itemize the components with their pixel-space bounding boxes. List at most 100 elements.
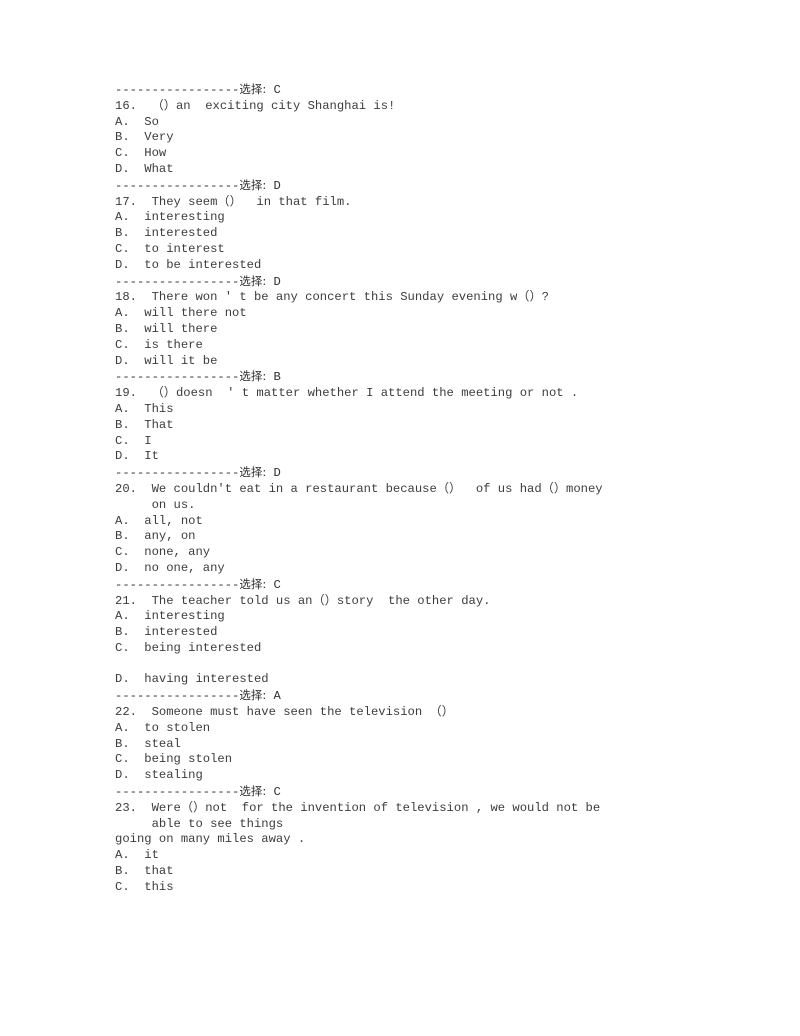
option-letter: D. (115, 353, 130, 368)
option-text: will there not (129, 306, 247, 321)
option-letter: C. (115, 879, 130, 894)
document-content: -----------------选择: C 16. （）an exciting … (115, 82, 715, 896)
option-letter: A. (115, 609, 130, 624)
question-text: The teacher told us an（）story the other … (136, 593, 491, 608)
question-number: 23. (115, 800, 137, 815)
option-text: How (129, 146, 167, 161)
answer-label: 选择: (239, 82, 267, 96)
separator-dashes: ----------------- (115, 83, 240, 97)
option-letter: D. (115, 257, 130, 272)
option-text: Very (129, 130, 174, 145)
answer-option: C. to interest (115, 242, 715, 258)
option-text: being stolen (129, 752, 233, 767)
option-text: It (129, 449, 159, 464)
answer-letter: A (266, 689, 281, 704)
option-text: no one, any (129, 560, 225, 575)
answer-option: D. will it be (115, 354, 715, 370)
question-text: （）doesn ' t matter whether I attend the … (136, 386, 579, 401)
answer-separator: -----------------选择: A (115, 688, 715, 705)
option-letter: C. (115, 146, 130, 161)
question-stem: 20. We couldn't eat in a restaurant beca… (115, 482, 715, 498)
answer-option: A. to stolen (115, 721, 715, 737)
question-number: 18. (115, 290, 137, 305)
option-text: That (129, 417, 174, 432)
option-text: to interest (129, 241, 225, 256)
option-text: interesting (129, 210, 225, 225)
option-letter: A. (115, 720, 130, 735)
question-text: We couldn't eat in a restaurant because（… (136, 481, 603, 496)
answer-separator: -----------------选择: D (115, 274, 715, 291)
option-letter: D. (115, 161, 130, 176)
answer-option: A. So (115, 115, 715, 131)
option-text: interesting (129, 609, 225, 624)
answer-letter: C (266, 83, 281, 97)
option-text: So (129, 114, 159, 129)
separator-dashes: ----------------- (115, 274, 240, 289)
option-text: This (129, 401, 174, 416)
answer-option: D. no one, any (115, 561, 715, 577)
option-letter: D. (115, 560, 130, 575)
question-text: Someone must have seen the television （） (136, 705, 454, 720)
answer-option: C. being interested (115, 641, 715, 657)
question-stem: 18. There won ' t be any concert this Su… (115, 290, 715, 306)
option-text: will there (129, 321, 218, 336)
separator-dashes: ----------------- (115, 466, 240, 481)
answer-option: C. this (115, 880, 715, 896)
question-text: There won ' t be any concert this Sunday… (136, 290, 549, 305)
option-letter: C. (115, 752, 130, 767)
answer-option: D. It (115, 449, 715, 465)
option-text: this (129, 879, 174, 894)
option-text: all, not (129, 513, 203, 528)
option-text: none, any (129, 545, 211, 560)
answer-option: B. will there (115, 322, 715, 338)
option-text: interested (129, 625, 218, 640)
option-letter: B. (115, 736, 130, 751)
option-letter: C. (115, 640, 130, 655)
option-text: I (129, 433, 152, 448)
option-text: that (129, 864, 174, 879)
option-letter: D. (115, 768, 130, 783)
option-letter: C. (115, 545, 130, 560)
answer-option: B. interested (115, 625, 715, 641)
answer-option: A. will there not (115, 306, 715, 322)
question-text: （）an exciting city Shanghai is! (136, 98, 396, 113)
option-text: any, on (129, 529, 196, 544)
option-text: interested (129, 226, 218, 241)
question-number: 17. (115, 194, 137, 209)
option-letter: C. (115, 433, 130, 448)
question-number: 22. (115, 705, 137, 720)
question-stem: 19. （）doesn ' t matter whether I attend … (115, 386, 715, 402)
option-text: being interested (129, 640, 262, 655)
answer-letter: D (266, 274, 281, 289)
option-letter: D. (115, 449, 130, 464)
answer-separator: -----------------选择: C (115, 577, 715, 594)
question-text-continued: on us. (115, 497, 196, 512)
option-letter: B. (115, 864, 130, 879)
option-letter: B. (115, 417, 130, 432)
answer-option: B. steal (115, 737, 715, 753)
option-letter: A. (115, 306, 130, 321)
answer-option: D. stealing (115, 768, 715, 784)
separator-dashes: ----------------- (115, 370, 240, 385)
option-letter: B. (115, 625, 130, 640)
answer-option: B. That (115, 418, 715, 434)
separator-dashes: ----------------- (115, 178, 240, 193)
option-letter: B. (115, 529, 130, 544)
answer-separator: -----------------选择: D (115, 178, 715, 195)
answer-letter: C (266, 785, 281, 800)
option-letter: C. (115, 241, 130, 256)
question-stem: 17. They seem（） in that film. (115, 195, 715, 211)
separator-dashes: ----------------- (115, 689, 240, 704)
separator-dashes: ----------------- (115, 785, 240, 800)
answer-label: 选择: (239, 576, 267, 591)
question-stem: 16. （）an exciting city Shanghai is! (115, 99, 715, 115)
option-letter: C. (115, 337, 130, 352)
separator-dashes: ----------------- (115, 577, 240, 592)
answer-letter: D (266, 466, 281, 481)
option-text: having interested (129, 672, 269, 687)
option-letter: A. (115, 848, 130, 863)
question-stem: 23. Were（）not for the invention of telev… (115, 801, 715, 817)
answer-option: B. that (115, 864, 715, 880)
answer-label: 选择: (239, 273, 267, 288)
